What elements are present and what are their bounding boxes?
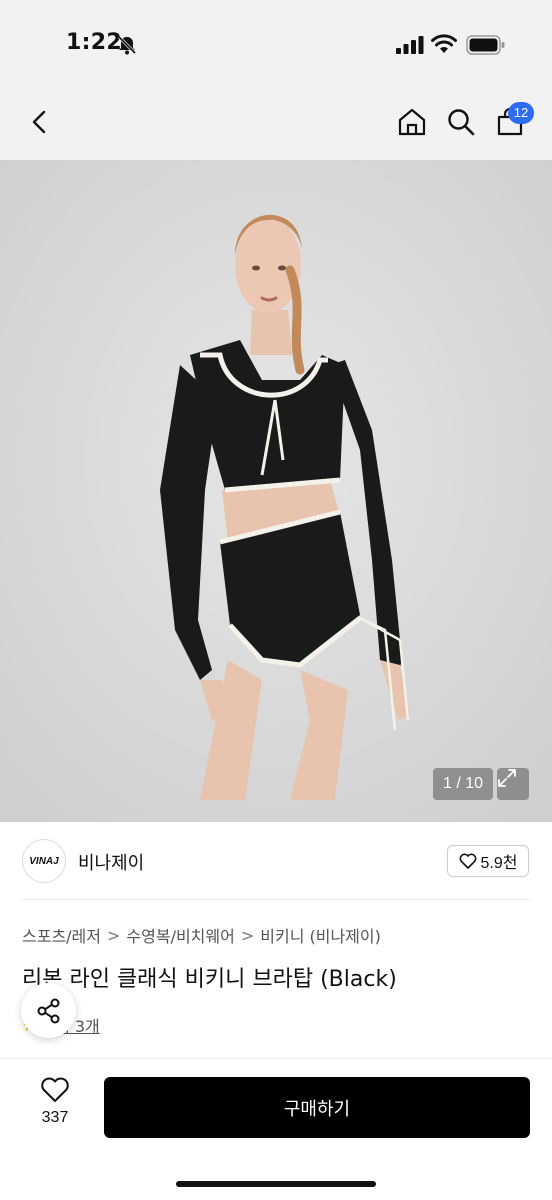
divider — [22, 899, 530, 900]
expand-image-button[interactable] — [497, 768, 529, 800]
breadcrumb-item[interactable]: 비키니 (비나제이) — [260, 923, 381, 947]
chevron-right-icon: > — [240, 925, 255, 945]
status-bar: 1:22 — [0, 0, 552, 90]
home-indicator — [176, 1181, 376, 1187]
product-image — [0, 160, 552, 822]
seller-logo[interactable]: VINAJ — [22, 839, 66, 883]
share-button[interactable] — [21, 983, 76, 1038]
seller-like-count: 5.9천 — [480, 855, 518, 872]
search-button[interactable] — [441, 102, 481, 142]
bell-muted-icon — [117, 35, 137, 55]
battery-icon — [466, 35, 505, 55]
breadcrumb-item[interactable]: 수영복/비치웨어 — [126, 923, 234, 947]
breadcrumb: 스포츠/레저 > 수영복/비치웨어 > 비키니 (비나제이) — [22, 923, 381, 947]
back-button[interactable] — [20, 102, 60, 142]
buy-button[interactable]: 구매하기 — [104, 1077, 530, 1138]
product-title: 리본 라인 클래식 비키니 브라탑 (Black) — [22, 967, 397, 992]
cart-badge: 12 — [508, 102, 534, 124]
signal-icon — [396, 36, 424, 54]
chevron-right-icon: > — [107, 925, 121, 945]
breadcrumb-item[interactable]: 스포츠/레저 — [22, 923, 101, 947]
heart-icon — [459, 853, 476, 869]
bottom-action-bar: 337 구매하기 — [0, 1058, 552, 1200]
wifi-icon — [431, 34, 457, 53]
nav-bar — [0, 90, 552, 160]
wishlist-button[interactable]: 337 — [26, 1077, 84, 1137]
home-button[interactable] — [392, 102, 432, 142]
expand-icon — [498, 769, 516, 787]
status-time: 1:22 — [66, 30, 122, 55]
wishlist-count: 337 — [41, 1109, 69, 1126]
home-icon — [398, 108, 426, 136]
seller-row[interactable]: VINAJ 비나제이 5.9천 — [0, 822, 552, 900]
share-icon — [37, 998, 59, 1023]
seller-name[interactable]: 비나제이 — [78, 849, 144, 875]
heart-icon — [41, 1077, 69, 1102]
seller-like-button[interactable]: 5.9천 — [447, 845, 529, 877]
image-counter: 1 / 10 — [433, 768, 493, 800]
search-icon — [448, 109, 475, 136]
product-image-gallery[interactable]: 1 / 10 — [0, 160, 552, 822]
chevron-left-icon — [32, 110, 46, 134]
